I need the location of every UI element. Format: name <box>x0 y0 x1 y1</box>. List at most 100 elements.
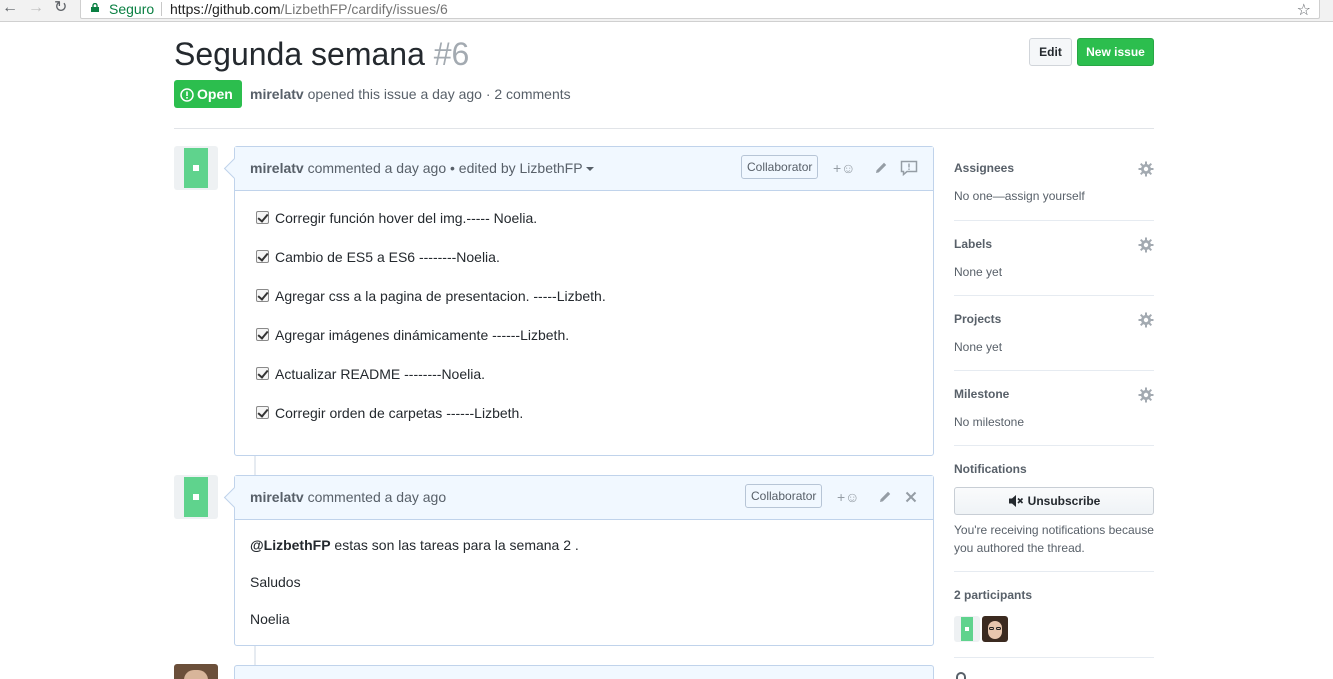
sidebar-notifications: Notifications Unsubscribe You're receivi… <box>954 461 1154 557</box>
milestone-heading: Milestone <box>954 387 1010 401</box>
gear-icon[interactable] <box>1138 387 1154 403</box>
task-text: Corregir función hover del img.----- Noe… <box>275 210 538 226</box>
issue-title-text: Segunda semana <box>174 36 425 72</box>
comment-body: @LizbethFP estas son las tareas para la … <box>235 520 933 661</box>
user-mention-link[interactable]: @LizbethFP <box>250 537 331 553</box>
task-text: Agregar imágenes dinámicamente ------Liz… <box>275 327 570 343</box>
avatar[interactable] <box>174 475 218 519</box>
new-issue-button[interactable]: New issue <box>1077 38 1154 66</box>
task-text: Cambio de ES5 a ES6 --------Noelia. <box>275 249 500 265</box>
task-checkbox[interactable] <box>256 211 269 224</box>
projects-heading: Projects <box>954 312 1002 326</box>
sidebar-assignees: Assignees No one—assign yourself <box>954 160 1154 204</box>
browser-toolbar: ← → ↻ Seguro https://github.com/LizbethF… <box>0 0 1333 22</box>
sidebar-divider <box>954 370 1154 371</box>
avatar[interactable] <box>174 664 218 679</box>
sidebar-participants: 2 participants <box>954 587 1154 603</box>
comment-paragraph: Noelia <box>250 611 290 627</box>
url-text[interactable]: https://github.com/LizbethFP/cardify/iss… <box>170 1 448 17</box>
participants-heading: 2 participants <box>954 588 1033 602</box>
comment-header-text: mirelatv commented a day ago • edited by… <box>250 160 594 176</box>
issue-meta: mirelatv opened this issue a day ago · 2… <box>250 86 571 102</box>
milestone-value: No milestone <box>954 415 1025 429</box>
pencil-icon[interactable] <box>877 489 893 505</box>
comment-header: mirelatv commented a day ago • edited by… <box>235 147 933 191</box>
lock-icon <box>91 3 99 12</box>
sidebar-labels: Labels None yet <box>954 236 1154 280</box>
bookmark-star-icon[interactable]: ☆ <box>1297 0 1311 20</box>
notifications-note: You're receiving notifications because y… <box>954 523 1154 555</box>
chevron-down-icon[interactable] <box>585 167 594 171</box>
task-list-item: Corregir orden de carpetas ------Lizbeth… <box>250 403 918 442</box>
comment-card <box>234 665 934 679</box>
task-checkbox[interactable] <box>256 250 269 263</box>
secure-label: Seguro <box>109 1 155 17</box>
comment-header: mirelatv commented a day ago Collaborato… <box>235 476 933 520</box>
sidebar-divider <box>954 657 1154 658</box>
address-bar[interactable]: Seguro https://github.com/LizbethFP/card… <box>80 0 1320 19</box>
add-reaction-icon[interactable]: +☺ <box>837 489 859 505</box>
participant-avatar[interactable] <box>982 616 1008 642</box>
gear-icon[interactable] <box>1138 161 1154 177</box>
task-list-item: Corregir función hover del img.----- Noe… <box>250 208 918 247</box>
forward-icon[interactable]: → <box>28 0 44 18</box>
sidebar-milestone: Milestone No milestone <box>954 386 1154 430</box>
task-list-item: Agregar css a la pagina de presentacion.… <box>250 286 918 325</box>
issue-open-icon <box>180 88 194 102</box>
task-checkbox[interactable] <box>256 367 269 380</box>
comment-timestamp: commented a day ago <box>303 489 447 505</box>
labels-value: None yet <box>954 265 1003 279</box>
notifications-heading: Notifications <box>954 462 1027 476</box>
lock-conversation-icon[interactable] <box>956 672 966 679</box>
collaborator-badge: Collaborator <box>745 484 823 508</box>
status-label: Open <box>197 86 233 102</box>
collaborator-badge: Collaborator <box>741 155 819 179</box>
close-icon[interactable] <box>905 491 917 503</box>
unsubscribe-label: Unsubscribe <box>1027 494 1101 508</box>
comment-paragraph: @LizbethFP estas son las tareas para la … <box>250 535 918 555</box>
task-checkbox[interactable] <box>256 406 269 419</box>
task-text: Actualizar README --------Noelia. <box>275 366 486 382</box>
timeline-line <box>254 456 256 476</box>
url-separator <box>161 2 162 16</box>
sidebar-projects: Projects None yet <box>954 311 1154 355</box>
unsubscribe-button[interactable]: Unsubscribe <box>954 487 1154 515</box>
comment-card: mirelatv commented a day ago • edited by… <box>234 146 934 456</box>
avatar[interactable] <box>174 146 218 190</box>
header-divider <box>174 128 1154 129</box>
url-host: https://github.com <box>170 1 281 17</box>
task-list-item: Cambio de ES5 a ES6 --------Noelia. <box>250 247 918 286</box>
labels-heading: Labels <box>954 237 993 251</box>
reload-icon[interactable]: ↻ <box>54 0 67 18</box>
issue-author-link[interactable]: mirelatv <box>250 86 304 102</box>
comment-author-link[interactable]: mirelatv <box>250 489 304 505</box>
comment-body: Corregir función hover del img.----- Noe… <box>235 191 933 457</box>
task-list-item: Actualizar README --------Noelia. <box>250 364 918 403</box>
participant-avatar[interactable] <box>954 616 980 642</box>
gear-icon[interactable] <box>1138 312 1154 328</box>
pencil-icon[interactable] <box>873 160 889 176</box>
comment-header-text: mirelatv commented a day ago <box>250 489 446 505</box>
projects-value: None yet <box>954 340 1003 354</box>
task-checkbox[interactable] <box>256 289 269 302</box>
assign-yourself-link[interactable]: No one—assign yourself <box>954 188 1154 204</box>
comment-card: mirelatv commented a day ago Collaborato… <box>234 475 934 646</box>
report-icon[interactable] <box>900 160 918 176</box>
task-text: Corregir orden de carpetas ------Lizbeth… <box>275 405 524 421</box>
edit-button[interactable]: Edit <box>1029 38 1072 66</box>
comment-text: estas son las tareas para la semana 2 . <box>330 537 579 553</box>
assignees-heading: Assignees <box>954 161 1015 175</box>
issue-title: Segunda semana #6 <box>174 36 469 73</box>
gear-icon[interactable] <box>1138 237 1154 253</box>
add-reaction-icon[interactable]: +☺ <box>833 160 855 176</box>
task-text: Agregar css a la pagina de presentacion.… <box>275 288 606 304</box>
comment-author-link[interactable]: mirelatv <box>250 160 304 176</box>
task-checkbox[interactable] <box>256 328 269 341</box>
comment-paragraph: Saludos <box>250 574 301 590</box>
issue-meta-text: opened this issue a day ago · 2 comments <box>303 86 571 102</box>
url-path: /LizbethFP/cardify/issues/6 <box>280 1 448 17</box>
back-icon[interactable]: ← <box>2 0 18 18</box>
status-badge: Open <box>174 80 242 108</box>
sidebar-divider <box>954 571 1154 572</box>
sidebar-divider <box>954 445 1154 446</box>
